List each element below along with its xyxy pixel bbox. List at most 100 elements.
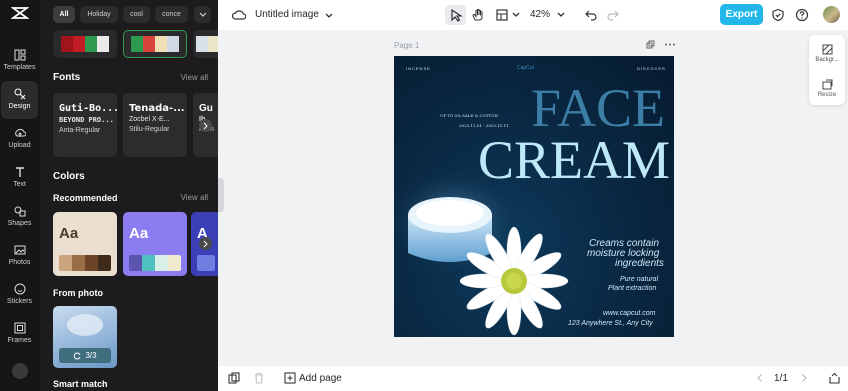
more-tools-button[interactable] xyxy=(12,363,28,379)
chevron-down-icon[interactable] xyxy=(554,8,568,22)
recommended-heading: Recommended xyxy=(53,193,118,203)
chevron-right-icon[interactable] xyxy=(799,373,809,383)
collapse-panel-handle[interactable] xyxy=(218,178,224,212)
stickers-icon xyxy=(14,283,25,295)
background-icon xyxy=(822,44,832,55)
colors-view-all-link[interactable]: View all xyxy=(181,193,208,202)
trash-icon[interactable] xyxy=(253,372,265,384)
design-promo-line1: UP TO 5% SALE & COTTON xyxy=(440,113,499,118)
design-canvas[interactable]: INCENSE CapCut DISCOVER UP TO 5% SALE & … xyxy=(394,56,674,337)
rail-item-label: Upload xyxy=(8,142,31,149)
resize-icon xyxy=(822,79,832,90)
palette-strip[interactable] xyxy=(193,30,218,58)
font-card-line1: Gu xyxy=(199,103,213,114)
templates-icon xyxy=(14,49,25,61)
side-tools-panel: Backgr... Resize xyxy=(809,35,845,105)
fonts-heading: Fonts xyxy=(53,72,81,83)
pages-panel-icon[interactable] xyxy=(828,372,841,384)
rail-item-label: Design xyxy=(8,103,31,110)
rail-item-stickers[interactable]: Stickers xyxy=(1,276,38,314)
filter-chip-concept[interactable]: conce xyxy=(155,6,188,23)
rail-item-frames[interactable]: Frames xyxy=(1,315,38,353)
rail-item-text[interactable]: Text xyxy=(1,159,38,197)
palette-strip[interactable] xyxy=(123,30,187,58)
rail-item-label: Templates xyxy=(3,64,36,71)
rail-item-label: Text xyxy=(13,181,26,188)
design-nav-right: DISCOVER xyxy=(637,66,666,71)
chevron-left-icon[interactable] xyxy=(755,373,765,383)
filter-chip-cool[interactable]: cool xyxy=(123,6,150,23)
cloud-icon[interactable] xyxy=(232,8,246,22)
design-promo-line2: 2023.11.01 - 2023.11.11 xyxy=(459,123,509,128)
chevron-down-icon[interactable] xyxy=(509,8,523,22)
filter-chip-holiday[interactable]: Holiday xyxy=(80,6,118,23)
export-button[interactable]: Export xyxy=(720,4,763,25)
rail-item-photos[interactable]: Photos xyxy=(1,237,38,275)
text-icon xyxy=(15,167,24,177)
chevron-down-icon xyxy=(199,12,206,17)
photo-thumbnail xyxy=(67,314,103,336)
capcut-logo xyxy=(11,7,29,19)
top-toolbar: Untitled image 42% Export xyxy=(218,0,848,30)
design-natural-1: Pure natural xyxy=(620,276,659,283)
cream-jar-illustration xyxy=(394,171,569,336)
design-natural-2: Plant extraction xyxy=(608,285,657,292)
resize-tool[interactable]: Resize xyxy=(809,79,845,98)
color-card-sample: Aa xyxy=(59,225,79,242)
zoom-level[interactable]: 42% xyxy=(530,9,550,20)
shield-check-icon[interactable] xyxy=(771,8,785,22)
undo-icon[interactable] xyxy=(584,8,598,22)
rail-item-label: Photos xyxy=(8,259,31,266)
bottom-toolbar: Add page 1/1 xyxy=(218,366,848,391)
select-tool-button[interactable] xyxy=(445,5,466,25)
app-root: Templates Design Upload Text Shapes Phot… xyxy=(0,0,848,391)
design-website: www.capcut.com xyxy=(603,310,656,317)
colors-heading: Colors xyxy=(53,171,85,182)
add-page-icon[interactable] xyxy=(284,372,296,384)
hand-icon[interactable] xyxy=(471,8,485,22)
filter-chip-all[interactable]: All xyxy=(53,6,75,23)
user-avatar[interactable] xyxy=(823,6,840,23)
color-swatches xyxy=(197,255,215,271)
chevron-right-icon xyxy=(203,240,208,247)
photo-count: 3/3 xyxy=(85,351,97,360)
background-tool-label: Backgr... xyxy=(815,57,839,63)
page-indicator: 1/1 xyxy=(774,373,788,384)
copy-page-icon[interactable] xyxy=(228,372,240,384)
palette-strip[interactable] xyxy=(53,30,117,58)
help-icon[interactable] xyxy=(795,8,809,22)
photo-count-badge: 3/3 xyxy=(59,348,111,363)
chips-expand-button[interactable] xyxy=(194,6,211,23)
background-tool[interactable]: Backgr... xyxy=(809,44,845,63)
font-card-line3: Anta-Regular xyxy=(59,127,101,134)
color-palette-card[interactable]: Aa xyxy=(123,212,187,276)
layout-icon[interactable] xyxy=(495,8,509,22)
rail-item-shapes[interactable]: Shapes xyxy=(1,198,38,236)
design-nav-left: INCENSE xyxy=(406,66,431,71)
rail-item-design[interactable]: Design xyxy=(1,81,38,119)
design-brand: CapCut xyxy=(517,65,534,71)
redo-icon[interactable] xyxy=(606,8,620,22)
more-options-icon[interactable] xyxy=(664,40,676,49)
duplicate-page-icon[interactable] xyxy=(646,40,655,49)
font-card[interactable]: Guti-Bo... BEYOND PRO... Anta-Regular xyxy=(53,93,117,157)
font-card-line2: BEYOND PRO... xyxy=(59,116,114,124)
font-card[interactable]: Tenada-... Zocbel X-E... Stilu-Regular xyxy=(123,93,187,157)
colors-next-button[interactable] xyxy=(199,237,212,250)
font-card-line2: Zocbel X-E... xyxy=(129,116,170,123)
color-palette-card[interactable]: Aa xyxy=(53,212,117,276)
fonts-next-button[interactable] xyxy=(199,119,212,132)
rail-item-label: Shapes xyxy=(7,220,32,227)
design-address: 123 Anywhere St., Any City xyxy=(568,320,653,327)
rail-item-templates[interactable]: Templates xyxy=(1,42,38,80)
page-label: Page 1 xyxy=(394,41,420,50)
document-title[interactable]: Untitled image xyxy=(255,9,319,20)
shapes-icon xyxy=(14,206,25,217)
fonts-view-all-link[interactable]: View all xyxy=(181,73,208,82)
add-page-button[interactable]: Add page xyxy=(299,373,342,384)
from-photo-card[interactable]: 3/3 xyxy=(53,306,117,368)
rail-item-upload[interactable]: Upload xyxy=(1,120,38,158)
chevron-down-icon[interactable] xyxy=(322,9,336,23)
smart-match-heading: Smart match xyxy=(53,379,108,389)
font-card-line1: Guti-Bo... xyxy=(59,103,117,114)
